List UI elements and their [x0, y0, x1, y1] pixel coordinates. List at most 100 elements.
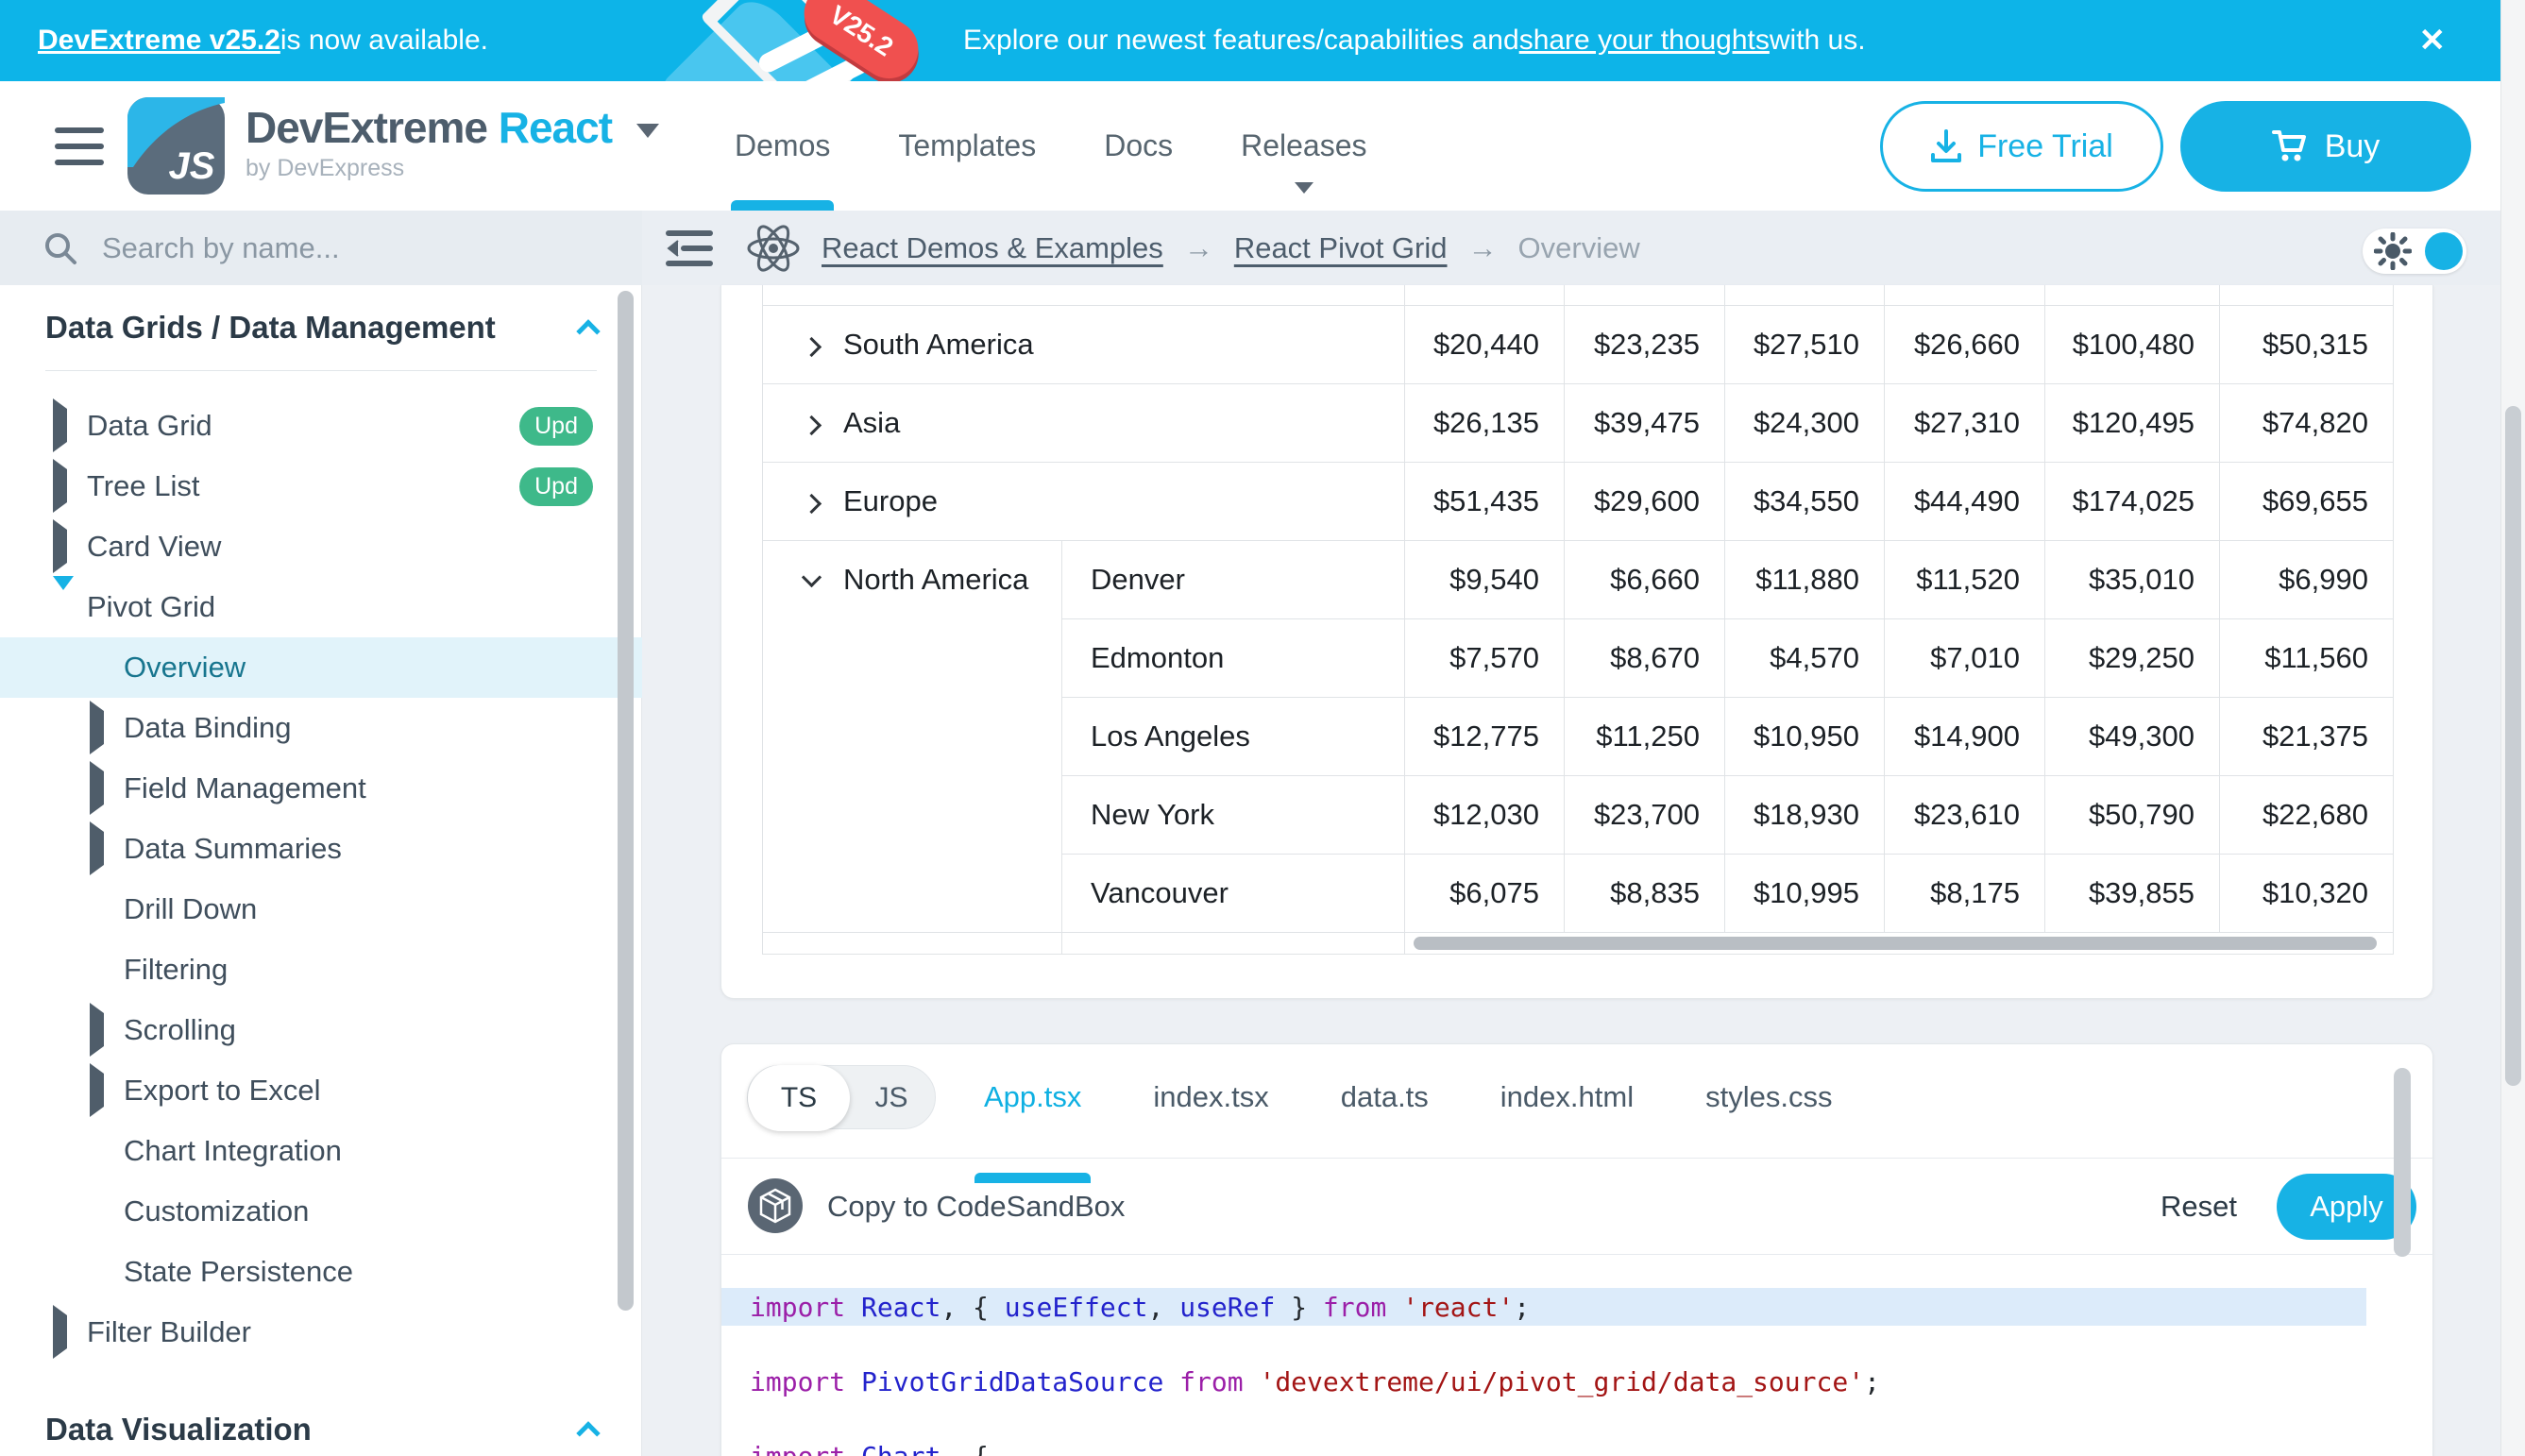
nav-item-demos[interactable]: Demos [735, 81, 830, 211]
pivot-city-cell: Edmonton [1062, 618, 1405, 697]
code-token-pl [845, 1366, 861, 1397]
pivot-value-cell: $50,315 [2220, 305, 2394, 383]
banner-version-link[interactable]: DevExtreme v25.2 [38, 25, 280, 57]
breadcrumb-link-pivot-grid[interactable]: React Pivot Grid [1234, 231, 1448, 265]
language-toggle[interactable]: TS JS [747, 1065, 936, 1129]
copy-to-codesandbox-button[interactable]: Copy to CodeSandBox [827, 1159, 1125, 1254]
sidebar-item-card-view[interactable]: Card View [0, 516, 642, 577]
code-token-pl [1386, 1292, 1402, 1323]
sidebar-item-label: Card View [87, 530, 221, 564]
code-tab-index-tsx[interactable]: index.tsx [1153, 1080, 1268, 1114]
chevron-up-icon[interactable] [576, 1421, 600, 1445]
pivot-region-cell[interactable]: Europe [763, 462, 1405, 540]
pivot-region-cell[interactable]: South America [763, 305, 1405, 383]
sidebar-item-filtering[interactable]: Filtering [0, 940, 642, 1000]
code-editor[interactable]: import React, { useEffect, useRef } from… [721, 1255, 2434, 1456]
promo-banner: DevExtreme v25.2 is now available. V25.2… [0, 0, 2500, 81]
code-tab-styles-css[interactable]: styles.css [1705, 1080, 1832, 1114]
pivot-value-cell: $29,250 [2045, 618, 2220, 697]
sidebar-item-data-grid[interactable]: Data GridUpd [0, 396, 642, 456]
pivot-hscrollbar-thumb[interactable] [1414, 937, 2377, 950]
pivot-value-cell: $8,670 [1565, 618, 1725, 697]
code-token-pl [845, 1441, 861, 1456]
sidebar-item-export-to-excel[interactable]: Export to Excel [0, 1060, 642, 1121]
triangle-right-icon [90, 832, 124, 866]
code-editor-scrollbar[interactable] [2394, 1068, 2411, 1257]
sidebar-item-data-binding[interactable]: Data Binding [0, 698, 642, 758]
code-line: import PivotGridDataSource from 'devextr… [721, 1363, 2368, 1400]
banner-close-icon[interactable]: ✕ [2419, 0, 2447, 81]
sidebar-item-label: Data Binding [124, 711, 292, 745]
sidebar-item-data-summaries[interactable]: Data Summaries [0, 819, 642, 879]
breadcrumb-bar: React Demos & Examples → React Pivot Gri… [642, 211, 2500, 285]
pivot-value-cell: $120,495 [2045, 383, 2220, 462]
code-tab-index-html[interactable]: index.html [1500, 1080, 1634, 1114]
sidebar-scrollbar[interactable] [618, 291, 634, 1311]
breadcrumb-link-demos[interactable]: React Demos & Examples [822, 231, 1163, 265]
language-toggle-ts[interactable]: TS [748, 1065, 850, 1131]
triangle-down-icon [53, 590, 87, 624]
expand-chevron-icon[interactable] [802, 415, 822, 434]
sidebar-item-pivot-grid[interactable]: Pivot Grid [0, 577, 642, 637]
sidebar-section-title: Data Grids / Data Management [45, 310, 496, 346]
sidebar-item-filter-builder[interactable]: Filter Builder [0, 1302, 642, 1363]
theme-toggle-knob[interactable] [2425, 232, 2463, 270]
buy-button[interactable]: Buy [2180, 101, 2471, 192]
collapse-chevron-icon[interactable] [802, 567, 822, 586]
code-tab-app-tsx[interactable]: App.tsx [984, 1080, 1081, 1114]
code-token-st: 'react' [1402, 1292, 1514, 1323]
devextreme-logo[interactable]: JS [127, 97, 225, 195]
hamburger-menu-icon[interactable] [55, 127, 104, 165]
pivot-value-cell: $23,610 [1885, 775, 2045, 854]
sidebar-collapse-icon[interactable] [665, 228, 714, 269]
search-input[interactable] [102, 231, 555, 265]
page-scrollbar-thumb[interactable] [2505, 406, 2521, 1086]
app-header: JS DevExtreme React by DevExpress DemosT… [0, 81, 2500, 211]
sidebar-item-scrolling[interactable]: Scrolling [0, 1000, 642, 1060]
reset-button[interactable]: Reset [2147, 1159, 2250, 1254]
pivot-value-cell: $74,820 [2220, 383, 2394, 462]
breadcrumb: React Demos & Examples → React Pivot Gri… [746, 211, 1640, 285]
code-token-pl: } [1275, 1292, 1323, 1323]
sidebar-item-overview[interactable]: Overview [0, 637, 642, 698]
sidebar-item-field-management[interactable]: Field Management [0, 758, 642, 819]
sidebar-item-drill-down[interactable]: Drill Down [0, 879, 642, 940]
triangle-right-icon [53, 1315, 87, 1349]
codesandbox-icon[interactable] [748, 1178, 803, 1233]
sidebar-item-customization[interactable]: Customization [0, 1181, 642, 1242]
demo-container: South America$20,440$23,235$27,510$26,66… [720, 285, 2433, 999]
sidebar-section-data-visualization[interactable]: Data Visualization [0, 1387, 642, 1456]
pivot-scroll-row [763, 932, 2394, 954]
sidebar-section-data-grids[interactable]: Data Grids / Data Management [0, 285, 642, 370]
pivot-value-cell: $50,790 [2045, 775, 2220, 854]
pivot-hscrollbar[interactable] [1405, 933, 2393, 954]
pivot-partial-value-cell [1405, 285, 1565, 305]
pivot-partial-row [763, 285, 2394, 305]
sidebar-item-chart-integration[interactable]: Chart Integration [0, 1121, 642, 1181]
sidebar-item-tree-list[interactable]: Tree ListUpd [0, 456, 642, 516]
free-trial-button[interactable]: Free Trial [1880, 101, 2163, 192]
platform-name[interactable]: React [499, 103, 612, 152]
code-line: import React, { useEffect, useRef } from… [721, 1288, 2366, 1326]
pivot-value-cell: $6,990 [2220, 540, 2394, 618]
pivot-partial-value-cell [1885, 285, 2045, 305]
chevron-up-icon[interactable] [576, 319, 600, 343]
pivot-region-cell[interactable]: North America [763, 540, 1062, 932]
banner-announcement-suffix: is now available. [280, 25, 488, 57]
language-toggle-js[interactable]: JS [848, 1066, 935, 1130]
code-tab-data-ts[interactable]: data.ts [1341, 1080, 1429, 1114]
nav-item-templates[interactable]: Templates [898, 81, 1036, 211]
platform-chevron-down-icon[interactable] [636, 124, 659, 138]
nav-item-docs[interactable]: Docs [1104, 81, 1173, 211]
nav-item-releases[interactable]: Releases [1241, 81, 1366, 211]
pivot-empty-cell [763, 932, 1062, 954]
pivot-hscroll-cell [1405, 932, 2394, 954]
theme-toggle[interactable] [2363, 229, 2466, 274]
share-your-thoughts-link[interactable]: share your thoughts [1519, 25, 1770, 57]
expand-chevron-icon[interactable] [802, 493, 822, 513]
pivot-value-cell: $7,570 [1405, 618, 1565, 697]
code-token-id: React [861, 1292, 941, 1323]
expand-chevron-icon[interactable] [802, 336, 822, 356]
sidebar-item-state-persistence[interactable]: State Persistence [0, 1242, 642, 1302]
pivot-region-cell[interactable]: Asia [763, 383, 1405, 462]
